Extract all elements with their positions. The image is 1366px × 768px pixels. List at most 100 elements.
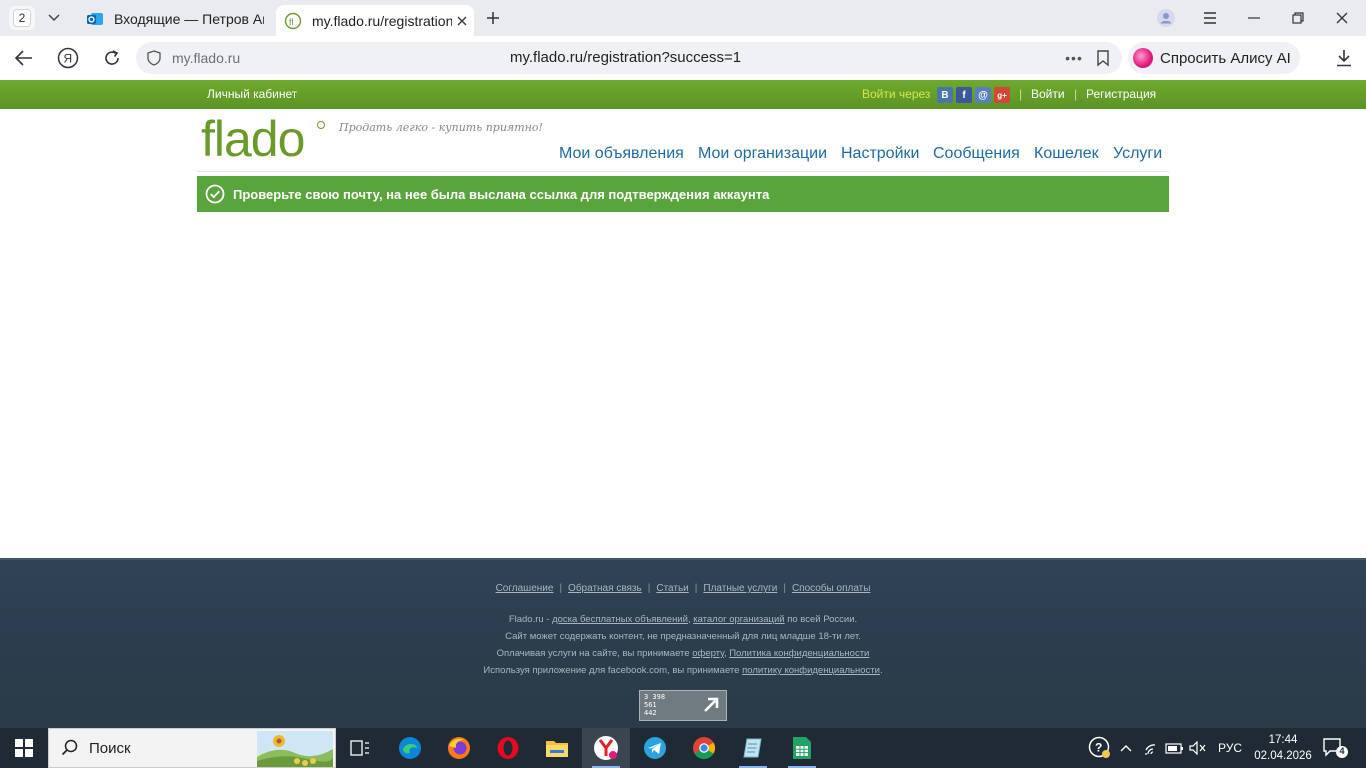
download-icon[interactable] bbox=[1330, 44, 1358, 72]
nav-wallet[interactable]: Кошелек bbox=[1034, 145, 1099, 165]
site-top-bar: Личный кабинет Войти через В f @ g+ | Во… bbox=[0, 80, 1366, 109]
opera-icon[interactable] bbox=[484, 728, 532, 768]
footer-link-agreement[interactable]: Соглашение bbox=[496, 583, 554, 594]
footer-link-privacy-policy[interactable]: Политика конфиденциальности bbox=[729, 648, 869, 659]
footer-link-paid-services[interactable]: Платные услуги bbox=[703, 583, 777, 594]
outlook-icon bbox=[87, 12, 103, 25]
taskbar: Поиск ? РУС 17:44 02.04.2026 4 bbox=[0, 728, 1366, 768]
back-arrow-icon[interactable] bbox=[10, 44, 38, 72]
footer-line-1: Flado.ru - доска бесплатных объявлений, … bbox=[508, 614, 858, 625]
alice-label: Спросить Алису AI bbox=[1160, 49, 1291, 67]
taskbar-search[interactable]: Поиск bbox=[48, 728, 336, 768]
yandex-browser-icon[interactable] bbox=[582, 728, 630, 768]
tab-list-chevron-icon[interactable] bbox=[40, 6, 68, 30]
file-explorer-icon[interactable] bbox=[533, 728, 581, 768]
shield-icon[interactable] bbox=[146, 50, 162, 66]
notice-text: Проверьте свою почту, на нее была выслан… bbox=[233, 186, 770, 202]
tab-count-button[interactable]: 2 bbox=[9, 6, 35, 30]
tab-count: 2 bbox=[12, 9, 32, 27]
check-circle-icon bbox=[205, 184, 225, 204]
mailru-icon[interactable]: @ bbox=[975, 87, 991, 103]
taskbar-clock[interactable]: 17:44 02.04.2026 bbox=[1253, 732, 1313, 764]
footer-link-org-catalog[interactable]: каталог организаций bbox=[693, 614, 784, 625]
nav-divider bbox=[197, 171, 1169, 172]
footer-link-feedback[interactable]: Обратная связь bbox=[568, 583, 642, 594]
battery-icon[interactable] bbox=[1164, 728, 1186, 768]
bookmark-icon[interactable] bbox=[1094, 49, 1112, 67]
site-slogan: Продать легко - купить приятно! bbox=[339, 121, 543, 134]
profile-icon[interactable] bbox=[1144, 0, 1188, 36]
more-dots-icon[interactable]: ••• bbox=[1064, 48, 1084, 68]
login-via-label: Войти через bbox=[862, 87, 931, 101]
tab-bar: 2 Входящие — Петров Анто fl my.flado.ru/… bbox=[0, 0, 1366, 36]
login-link[interactable]: Войти bbox=[1031, 87, 1065, 101]
tab-flado[interactable]: fl my.flado.ru/registration bbox=[276, 5, 474, 36]
footer-link-payment-methods[interactable]: Способы оплаты bbox=[792, 583, 871, 594]
counter-arrow-icon bbox=[704, 697, 719, 712]
separator: | bbox=[1019, 87, 1023, 101]
clock-time: 17:44 bbox=[1268, 734, 1298, 746]
nav-my-ads[interactable]: Мои объявления bbox=[559, 145, 684, 165]
help-icon[interactable]: ? bbox=[1086, 728, 1114, 768]
windows-start-icon[interactable] bbox=[0, 728, 48, 768]
minimize-icon[interactable] bbox=[1232, 0, 1276, 36]
success-notice: Проверьте свою почту, на нее была выслан… bbox=[197, 176, 1169, 212]
address-url[interactable]: my.flado.ru/registration?success=1 bbox=[510, 49, 741, 66]
telegram-icon[interactable] bbox=[631, 728, 679, 768]
address-toolbar: Я my.flado.ru my.flado.ru/registration?s… bbox=[0, 36, 1366, 80]
counter-numbers: 3 398 561 442 bbox=[644, 693, 666, 717]
firefox-icon[interactable] bbox=[435, 728, 483, 768]
reload-icon[interactable] bbox=[98, 44, 126, 72]
notification-count: 4 bbox=[1339, 746, 1345, 756]
ask-alice-button[interactable]: Спросить Алису AI bbox=[1128, 42, 1300, 74]
tab-title: Входящие — Петров Анто bbox=[114, 10, 264, 27]
vk-icon[interactable]: В bbox=[937, 87, 953, 103]
nav-my-organizations[interactable]: Мои организации bbox=[698, 145, 827, 165]
footer-line-2: Сайт может содержать контент, не предназ… bbox=[505, 631, 861, 642]
svg-text:Я: Я bbox=[64, 52, 73, 66]
search-icon bbox=[61, 739, 78, 756]
restore-icon[interactable] bbox=[1276, 0, 1320, 36]
site-footer: Соглашение | Обратная связь | Статьи | Платные… bbox=[0, 558, 1366, 728]
google-plus-icon[interactable]: g+ bbox=[994, 87, 1010, 103]
new-tab-plus-icon[interactable] bbox=[480, 5, 506, 31]
footer-link-articles[interactable]: Статьи bbox=[656, 583, 688, 594]
search-highlight-art-icon bbox=[257, 731, 333, 767]
registration-link[interactable]: Регистрация bbox=[1086, 87, 1156, 101]
alice-icon bbox=[1133, 48, 1153, 68]
footer-line-3: Оплачивая услуги на сайте, вы принимаете… bbox=[496, 648, 870, 659]
input-language[interactable]: РУС bbox=[1212, 728, 1248, 768]
tab-outlook[interactable]: Входящие — Петров Анто bbox=[78, 5, 268, 32]
tab-title: my.flado.ru/registration bbox=[312, 12, 452, 29]
chevron-up-icon[interactable] bbox=[1116, 728, 1136, 768]
spreadsheet-app-icon[interactable] bbox=[778, 728, 826, 768]
nav-messages[interactable]: Сообщения bbox=[933, 145, 1020, 165]
visitor-counter[interactable]: 3 398 561 442 bbox=[639, 690, 727, 721]
close-tab-icon[interactable] bbox=[454, 13, 470, 29]
address-bar[interactable]: my.flado.ru my.flado.ru/registration?suc… bbox=[136, 42, 1122, 74]
notification-center-icon[interactable]: 4 bbox=[1322, 737, 1348, 759]
chrome-icon[interactable] bbox=[680, 728, 728, 768]
nav-settings[interactable]: Настройки bbox=[841, 145, 919, 165]
edge-icon[interactable] bbox=[386, 728, 434, 768]
menu-icon[interactable] bbox=[1188, 0, 1232, 36]
nav-services[interactable]: Услуги bbox=[1113, 145, 1162, 165]
task-view-icon[interactable] bbox=[336, 728, 384, 768]
volume-muted-icon[interactable] bbox=[1187, 728, 1209, 768]
network-icon[interactable] bbox=[1141, 728, 1163, 768]
flado-icon: fl bbox=[284, 12, 302, 29]
footer-links: Соглашение | Обратная связь | Статьи | Платные… bbox=[495, 583, 871, 594]
close-window-icon[interactable] bbox=[1320, 0, 1364, 36]
facebook-icon[interactable]: f bbox=[956, 87, 972, 103]
footer-line-4: Используя приложение для facebook.com, в… bbox=[483, 665, 883, 676]
personal-cabinet-link[interactable]: Личный кабинет bbox=[207, 87, 297, 101]
footer-link-free-ads[interactable]: доска бесплатных объявлений bbox=[552, 614, 688, 625]
notepad-app-icon[interactable] bbox=[729, 728, 777, 768]
clock-date: 02.04.2026 bbox=[1254, 750, 1312, 762]
flado-logo[interactable]: flado bbox=[201, 110, 305, 168]
yandex-logo-icon[interactable]: Я bbox=[54, 44, 82, 72]
svg-text:?: ? bbox=[1095, 741, 1102, 755]
footer-link-offer[interactable]: оферту bbox=[692, 648, 724, 659]
footer-link-fb-privacy[interactable]: политику конфиденциальности bbox=[742, 665, 880, 676]
separator: | bbox=[1074, 87, 1078, 101]
